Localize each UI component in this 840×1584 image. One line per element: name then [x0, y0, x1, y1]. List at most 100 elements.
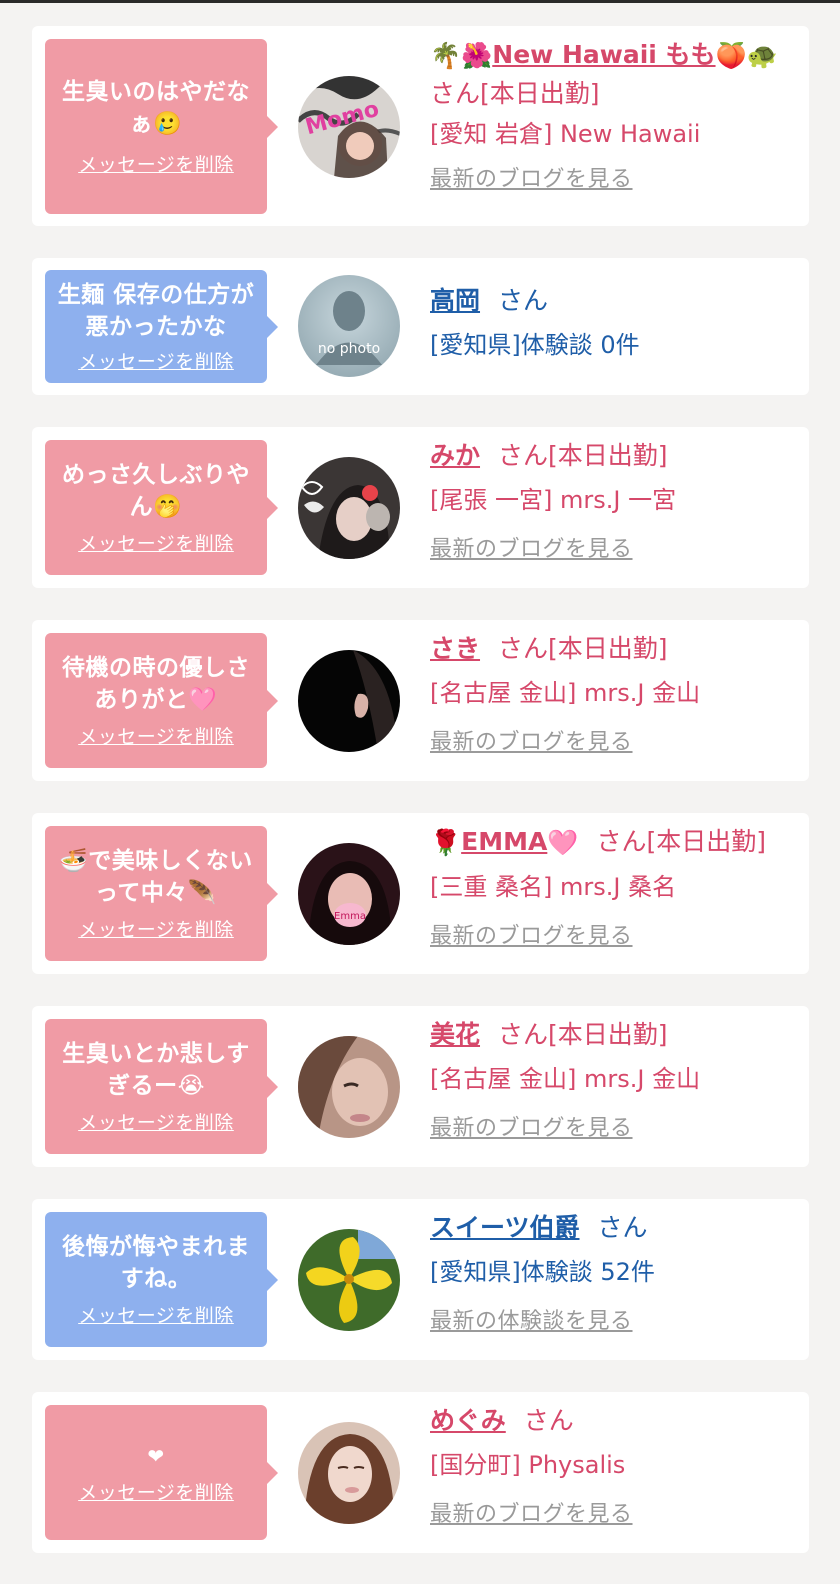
message-card: 後悔が悔やまれますね。 メッセージを削除 スイーツ伯爵 さん [愛知県]体験談 5…	[32, 1199, 809, 1360]
latest-blog-link[interactable]: 最新のブログを見る	[430, 922, 633, 952]
location-text: [国分町] Physalis	[430, 1451, 626, 1479]
profile-info: みか さん[本日出勤] [尾張 一宮] mrs.J 一宮 最新のブログを見る	[430, 439, 799, 565]
profile-name-link[interactable]: 美花	[430, 1020, 480, 1049]
pink-heart-icon: 🩷	[547, 828, 579, 857]
san-label: さん	[498, 286, 549, 315]
message-text: 生麺 保存の仕方が悪かったかな	[57, 282, 255, 340]
delete-message-link[interactable]: メッセージを削除	[78, 915, 234, 942]
san-label: さん	[523, 1406, 574, 1435]
name-line: 🌹EMMA🩷 さん[本日出勤]	[430, 825, 799, 860]
profile-info: めぐみ さん [国分町] Physalis 最新のブログを見る	[430, 1404, 799, 1530]
message-text: 生臭いのはやだなぁ🥲	[62, 79, 250, 137]
avatar-photo	[298, 1422, 400, 1524]
profile-name: EMMA	[461, 827, 548, 856]
delete-message-link[interactable]: メッセージを削除	[78, 1478, 234, 1505]
avatar[interactable]	[298, 650, 400, 752]
latest-review-link[interactable]: 最新の体験談を見る	[430, 1307, 633, 1337]
message-card: 生麺 保存の仕方が悪かったかな メッセージを削除 no photo 高岡さん	[32, 258, 809, 395]
san-label: さん	[597, 1213, 648, 1242]
profile-name: New Hawaii もも	[492, 40, 716, 69]
message-card: 生臭いのはやだなぁ🥲 メッセージを削除 Momo 🌴🌺New Hawaii もも…	[32, 26, 809, 226]
latest-blog-link[interactable]: 最新のブログを見る	[430, 535, 633, 565]
profile-info: スイーツ伯爵 さん [愛知県]体験談 52件 最新の体験談を見る	[430, 1211, 799, 1337]
delete-message-link[interactable]: メッセージを削除	[78, 722, 234, 749]
message-bubble: 生麺 保存の仕方が悪かったかな メッセージを削除	[45, 270, 278, 383]
profile-name-link[interactable]: スイーツ伯爵	[430, 1213, 580, 1242]
profile-info: 🌹EMMA🩷 さん[本日出勤] [三重 桑名] mrs.J 桑名 最新のブログを見…	[430, 825, 799, 952]
hibiscus-flower-photo	[298, 1229, 400, 1331]
message-text: めっさ久しぶりやん🤭	[62, 462, 250, 520]
name-line: みか さん[本日出勤]	[430, 439, 799, 473]
avatar-photo	[298, 1036, 400, 1138]
avatar-photo: Momo	[298, 76, 400, 178]
san-label: さん[本日出勤]	[498, 441, 668, 470]
location-text: [愛知県]体験談 0件	[430, 331, 640, 359]
san-label: さん[本日出勤]	[596, 827, 766, 856]
delete-message-link[interactable]: メッセージを削除	[78, 347, 234, 374]
message-bubble: 待機の時の優しさありがと🩷 メッセージを削除	[45, 633, 278, 768]
delete-message-link[interactable]: メッセージを削除	[78, 150, 234, 177]
message-card: 生臭いとか悲しすぎるー😭 メッセージを削除 美花 さん[本日出勤] [名古屋 金山…	[32, 1006, 809, 1167]
location-text: [名古屋 金山] mrs.J 金山	[430, 1065, 701, 1093]
message-bubble: めっさ久しぶりやん🤭 メッセージを削除	[45, 440, 278, 575]
location-text: [三重 桑名] mrs.J 桑名	[430, 873, 677, 901]
name-line: 高岡 さん	[430, 284, 799, 318]
message-text: 待機の時の優しさありがと🩷	[62, 655, 250, 713]
latest-blog-link[interactable]: 最新のブログを見る	[430, 1500, 633, 1530]
message-text: 生臭いとか悲しすぎるー😭	[62, 1041, 250, 1099]
avatar[interactable]	[298, 1036, 400, 1138]
message-bubble: ❤ メッセージを削除	[45, 1405, 278, 1540]
name-line: スイーツ伯爵 さん	[430, 1211, 799, 1245]
avatar[interactable]	[298, 1422, 400, 1524]
avatar-photo	[298, 650, 400, 752]
avatar[interactable]	[298, 457, 400, 559]
message-text: 🍜で美味しくないって中々🪶	[59, 848, 253, 906]
message-text: ❤	[147, 1444, 165, 1468]
profile-info: 高岡 さん [愛知県]体験談 0件	[430, 284, 799, 362]
profile-name-link[interactable]: めぐみ	[430, 1406, 506, 1435]
avatar-photo	[298, 457, 400, 559]
top-status-bar	[0, 0, 840, 3]
avatar-photo: Emma	[298, 843, 400, 945]
profile-info: 🌴🌺New Hawaii もも🍑🐢 さん[本日出勤] [愛知 岩倉] New H…	[430, 38, 799, 195]
message-bubble: 生臭いとか悲しすぎるー😭 メッセージを削除	[45, 1019, 278, 1154]
delete-message-link[interactable]: メッセージを削除	[78, 529, 234, 556]
avatar[interactable]	[298, 1229, 400, 1331]
message-card: 🍜で美味しくないって中々🪶 メッセージを削除 Emma 🌹EMMA🩷 さん[本日出…	[32, 813, 809, 974]
message-card: ❤ メッセージを削除 めぐみ さん [国分町] Physalis 最新のブログを見…	[32, 1392, 809, 1553]
avatar[interactable]: no photo	[298, 275, 400, 377]
profile-name-link[interactable]: 🌹EMMA🩷	[430, 827, 578, 857]
latest-blog-link[interactable]: 最新のブログを見る	[430, 1114, 633, 1144]
avatar[interactable]: Emma	[298, 843, 400, 945]
san-label: さん[本日出勤]	[498, 1020, 668, 1049]
location-text: [愛知県]体験談 52件	[430, 1258, 655, 1286]
message-list: 生臭いのはやだなぁ🥲 メッセージを削除 Momo 🌴🌺New Hawaii もも…	[32, 26, 809, 1553]
avatar-overlay-text: Emma	[334, 911, 366, 922]
profile-name-link[interactable]: みか	[430, 441, 480, 470]
location-text: [名古屋 金山] mrs.J 金山	[430, 679, 701, 707]
no-photo-text: no photo	[318, 341, 380, 357]
latest-blog-link[interactable]: 最新のブログを見る	[430, 728, 633, 758]
san-label: さん[本日出勤]	[430, 79, 600, 108]
latest-blog-link[interactable]: 最新のブログを見る	[430, 165, 633, 195]
san-label: さん[本日出勤]	[498, 634, 668, 663]
message-card: めっさ久しぶりやん🤭 メッセージを削除 みか さん[本日出勤] [尾張 一宮] m…	[32, 427, 809, 588]
profile-name-link[interactable]: さき	[430, 634, 480, 663]
rose-icon: 🌹	[430, 828, 462, 857]
delete-message-link[interactable]: メッセージを削除	[78, 1301, 234, 1328]
profile-info: 美花 さん[本日出勤] [名古屋 金山] mrs.J 金山 最新のブログを見る	[430, 1018, 799, 1144]
avatar[interactable]: Momo	[298, 76, 400, 178]
message-bubble: 生臭いのはやだなぁ🥲 メッセージを削除	[45, 39, 278, 214]
name-line: 🌴🌺New Hawaii もも🍑🐢	[430, 38, 799, 73]
palm-hibiscus-icon: 🌴🌺	[430, 41, 493, 70]
profile-name-link[interactable]: 高岡	[430, 286, 480, 315]
name-line: さき さん[本日出勤]	[430, 632, 799, 666]
delete-message-link[interactable]: メッセージを削除	[78, 1108, 234, 1135]
profile-info: さき さん[本日出勤] [名古屋 金山] mrs.J 金山 最新のブログを見る	[430, 632, 799, 758]
message-card: 待機の時の優しさありがと🩷 メッセージを削除 さき さん[本日出勤] [名古屋 金…	[32, 620, 809, 781]
location-text: [愛知 岩倉] New Hawaii	[430, 120, 701, 148]
name-line: めぐみ さん	[430, 1404, 799, 1438]
message-text: 後悔が悔やまれますね。	[62, 1234, 250, 1292]
profile-name-link[interactable]: 🌴🌺New Hawaii もも🍑🐢	[430, 40, 778, 70]
message-bubble: 🍜で美味しくないって中々🪶 メッセージを削除	[45, 826, 278, 961]
